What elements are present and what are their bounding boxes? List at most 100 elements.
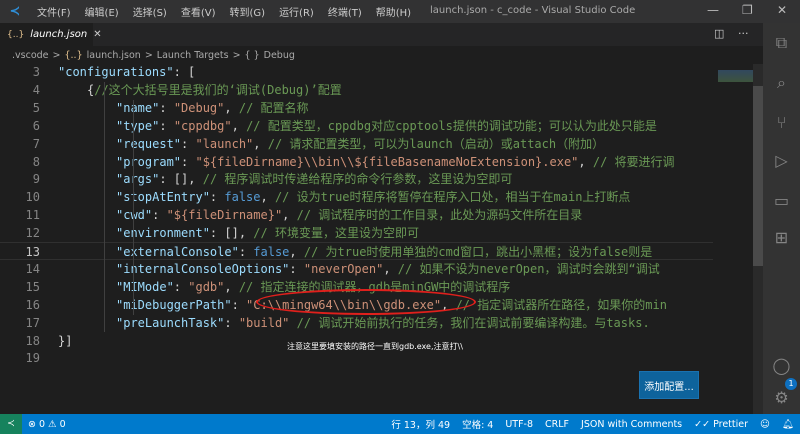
close-window-button[interactable]: ✕: [777, 3, 787, 17]
language-mode[interactable]: JSON with Comments: [581, 419, 682, 430]
source-control-icon[interactable]: ⑂: [763, 113, 800, 132]
indentation[interactable]: 空格: 4: [462, 417, 493, 431]
menu-file[interactable]: 文件(F): [30, 4, 78, 19]
punctuation: : [],: [209, 226, 254, 241]
json-boolean: false: [253, 245, 290, 259]
tab-label: launch.json: [30, 29, 88, 40]
end-of-line[interactable]: CRLF: [545, 419, 569, 430]
line-number: 11: [25, 208, 40, 223]
code-text: "externalConsole": false, // 为true时使用单独的…: [116, 243, 652, 261]
line-number: 7: [32, 136, 40, 151]
code-editor[interactable]: 3 "configurations": [4 {//这个大括号里是我们的‘调试(De…: [0, 64, 713, 414]
json-string: "launch": [195, 136, 254, 151]
punctuation: ,: [383, 261, 398, 276]
add-configuration-button[interactable]: 添加配置...: [639, 371, 699, 399]
remote-explorer-icon[interactable]: ▭: [763, 191, 800, 210]
feedback-icon[interactable]: ☺: [760, 419, 770, 430]
warning-count: 0: [59, 418, 66, 430]
menu-view[interactable]: 查看(V): [174, 4, 223, 19]
more-actions-icon[interactable]: ···: [738, 27, 749, 40]
menu-edit[interactable]: 编辑(E): [78, 4, 126, 19]
code-text: "args": [], // 程序调试时传递给程序的命令行参数，这里设为空即可: [116, 170, 512, 188]
scrollbar-thumb[interactable]: [753, 86, 763, 266]
line-number: 19: [25, 351, 40, 366]
code-text: "name": "Debug", // 配置名称: [116, 99, 309, 117]
extensions-icon[interactable]: ⊞: [763, 228, 800, 247]
prettier-status[interactable]: ✓✓ Prettier: [694, 419, 748, 430]
window-title: launch.json - c_code - Visual Studio Cod…: [430, 5, 636, 16]
code-comment: // 环境变量，这里设为空即可: [253, 226, 419, 241]
explorer-icon[interactable]: ⧉: [763, 33, 800, 53]
line-number: 18: [25, 333, 40, 348]
split-editor-icon[interactable]: ◫: [714, 27, 724, 40]
punctuation: ,: [282, 208, 297, 223]
run-debug-icon[interactable]: ▷: [763, 151, 800, 170]
code-line: 17 "preLaunchTask": "build" // 调试开始前执行的任务…: [0, 314, 713, 332]
encoding[interactable]: UTF-8: [505, 419, 533, 430]
json-key: "args": [116, 172, 160, 187]
code-comment: // 为true时使用单独的cmd窗口，跳出小黑框；设为false则是: [303, 245, 653, 259]
remote-indicator-icon[interactable]: ≺: [0, 414, 22, 434]
breadcrumb-debug[interactable]: Debug: [264, 50, 295, 61]
breadcrumb-vscode[interactable]: .vscode: [12, 50, 49, 61]
json-string: "cppdbg": [173, 118, 232, 133]
menu-selection[interactable]: 选择(S): [126, 4, 174, 19]
json-string: "Debug": [173, 100, 225, 115]
code-line: 13 "externalConsole": false, // 为true时使用单…: [0, 242, 713, 260]
cursor-position[interactable]: 行 13，列 49: [391, 417, 450, 431]
notifications-icon[interactable]: 🔔︎: [782, 419, 794, 430]
punctuation: : [],: [159, 172, 203, 187]
code-text: "stopAtEntry": false, // 设为true时程序将暂停在程序…: [116, 188, 630, 206]
line-number: 17: [25, 315, 40, 330]
menu-run[interactable]: 运行(R): [272, 4, 321, 19]
restore-button[interactable]: ❐: [742, 3, 753, 17]
vertical-scrollbar[interactable]: [753, 64, 763, 414]
title-bar: ≺ 文件(F) 编辑(E) 选择(S) 查看(V) 转到(G) 运行(R) 终端…: [0, 0, 800, 23]
code-line: 7 "request": "launch", // 请求配置类型，可以为launc…: [0, 135, 713, 153]
problems-indicator[interactable]: ⊗ 0 ⚠ 0: [28, 419, 66, 430]
punctuation: :: [231, 297, 247, 312]
code-text: "type": "cppdbg", // 配置类型，cppdbg对应cpptoo…: [116, 117, 657, 135]
breadcrumb-launch-json[interactable]: launch.json: [87, 50, 141, 61]
tab-launch-json[interactable]: {..} launch.json ✕: [0, 23, 102, 46]
search-icon[interactable]: ⌕: [763, 73, 800, 93]
code-comment: // 程序调试时传递给程序的命令行参数，这里设为空即可: [202, 172, 513, 187]
breadcrumb-separator: >: [52, 49, 61, 61]
account-icon[interactable]: ◯: [763, 356, 800, 375]
settings-gear-icon[interactable]: ⚙: [763, 388, 800, 407]
punctuation: ,: [578, 154, 593, 169]
minimap[interactable]: [713, 64, 753, 414]
json-file-icon: {..}: [64, 49, 83, 61]
activity-bar: ⧉ ⌕ ⑂ ▷ ▭ ⊞ ◯ 1 ⚙: [763, 23, 800, 414]
punctuation: :: [224, 315, 239, 330]
punctuation: : [: [173, 65, 196, 79]
json-key: "stopAtEntry": [116, 190, 210, 205]
json-key: "name": [116, 100, 160, 115]
punctuation: ,: [231, 118, 247, 133]
json-key: "internalConsoleOptions": [116, 261, 290, 276]
line-number: 3: [32, 65, 40, 79]
status-bar: ≺ ⊗ 0 ⚠ 0 行 13，列 49 空格: 4 UTF-8 CRLF JSO…: [0, 414, 800, 434]
json-key: "externalConsole": [116, 245, 239, 259]
indent-guide: [104, 81, 105, 333]
menu-help[interactable]: 帮助(H): [369, 4, 418, 19]
code-comment: // 设为true时程序将暂停在程序入口处，相当于在main上打断点: [274, 190, 631, 205]
breadcrumb-separator: >: [232, 49, 241, 61]
code-comment: // 调试程序时的工作目录，此处为源码文件所在目录: [296, 208, 583, 223]
code-text: "internalConsoleOptions": "neverOpen", /…: [116, 260, 660, 278]
code-text: "preLaunchTask": "build" // 调试开始前执行的任务，我…: [116, 314, 650, 332]
line-number: 8: [32, 154, 40, 169]
menu-go[interactable]: 转到(G): [223, 4, 273, 19]
close-tab-icon[interactable]: ✕: [93, 29, 101, 40]
code-text: "environment": [], // 环境变量，这里设为空即可: [116, 224, 419, 242]
line-number: 13: [25, 245, 40, 259]
json-key: "environment": [116, 226, 210, 241]
code-text: "configurations": [: [58, 64, 195, 81]
code-comment: // 将要进行调: [592, 154, 675, 169]
punctuation: :: [181, 136, 196, 151]
breadcrumb-launch-targets[interactable]: Launch Targets: [157, 50, 229, 61]
menu-terminal[interactable]: 终端(T): [321, 4, 369, 19]
minimize-button[interactable]: —: [707, 3, 719, 17]
code-text: "request": "launch", // 请求配置类型，可以为launch…: [116, 135, 604, 153]
code-text: "cwd": "${fileDirname}", // 调试程序时的工作目录，此…: [116, 206, 582, 224]
